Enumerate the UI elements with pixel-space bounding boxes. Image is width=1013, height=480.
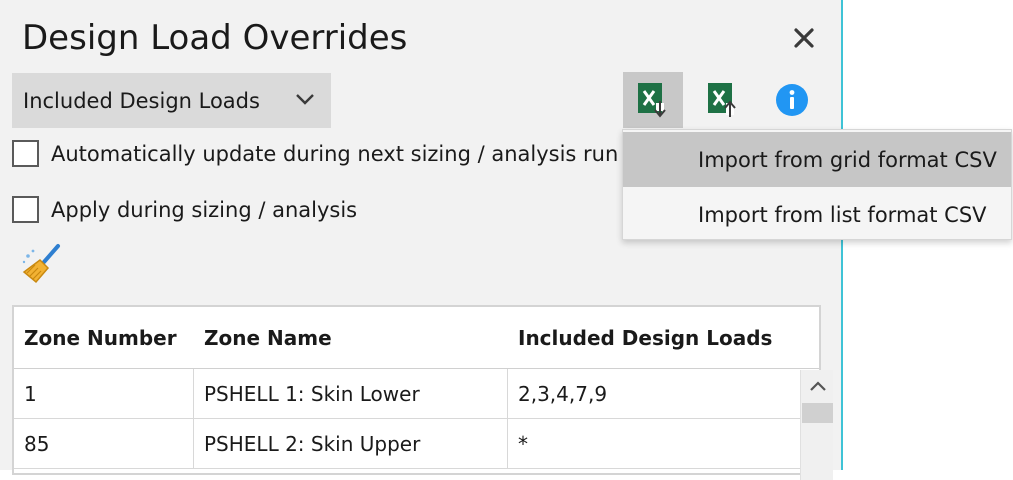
close-button[interactable] xyxy=(788,22,820,54)
chevron-up-icon xyxy=(809,381,826,391)
import-excel-button[interactable] xyxy=(623,72,683,128)
table-row[interactable]: 85 PSHELL 2: Skin Upper * xyxy=(14,419,819,469)
chevron-down-icon xyxy=(296,94,314,105)
excel-export-icon xyxy=(708,83,736,117)
info-button[interactable] xyxy=(762,72,822,128)
export-excel-button[interactable] xyxy=(693,72,753,128)
zone-number-cell[interactable]: 85 xyxy=(14,419,194,468)
auto-update-checkbox[interactable] xyxy=(12,140,39,167)
zone-number-cell[interactable]: 1 xyxy=(14,369,194,418)
info-icon xyxy=(776,84,808,116)
table-row[interactable]: 1 PSHELL 1: Skin Lower 2,3,4,7,9 xyxy=(14,369,819,419)
overrides-grid: Zone Number Zone Name Included Design Lo… xyxy=(12,305,833,480)
panel-title: Design Load Overrides xyxy=(22,18,408,58)
zone-name-cell[interactable]: PSHELL 1: Skin Lower xyxy=(194,369,508,418)
column-header-zone-number[interactable]: Zone Number xyxy=(14,307,194,368)
auto-update-option[interactable]: Automatically update during next sizing … xyxy=(12,140,618,167)
apply-option[interactable]: Apply during sizing / analysis xyxy=(12,196,357,223)
grid-header-row: Zone Number Zone Name Included Design Lo… xyxy=(14,307,819,369)
included-loads-cell[interactable]: * xyxy=(508,419,786,468)
zone-name-cell[interactable]: PSHELL 2: Skin Upper xyxy=(194,419,508,468)
menu-item-import-list-csv[interactable]: Import from list format CSV xyxy=(623,187,1011,242)
apply-label: Apply during sizing / analysis xyxy=(51,197,358,222)
column-header-included-loads[interactable]: Included Design Loads xyxy=(508,307,786,368)
column-header-zone-name[interactable]: Zone Name xyxy=(194,307,508,368)
scroll-up-button[interactable] xyxy=(801,370,834,402)
close-icon xyxy=(794,28,814,48)
import-menu: Import from grid format CSV Import from … xyxy=(622,129,1012,240)
included-loads-cell[interactable]: 2,3,4,7,9 xyxy=(508,369,786,418)
scroll-thumb[interactable] xyxy=(802,403,833,423)
auto-update-label: Automatically update during next sizing … xyxy=(51,141,619,166)
apply-checkbox[interactable] xyxy=(12,196,39,223)
clear-button[interactable] xyxy=(20,242,64,286)
broom-icon xyxy=(22,244,60,284)
dropdown-selected-value: Included Design Loads xyxy=(23,88,260,113)
menu-item-import-grid-csv[interactable]: Import from grid format CSV xyxy=(623,132,1011,187)
grid-scrollbar[interactable] xyxy=(800,370,833,480)
mode-dropdown[interactable]: Included Design Loads xyxy=(12,73,331,128)
excel-import-icon xyxy=(638,83,666,118)
